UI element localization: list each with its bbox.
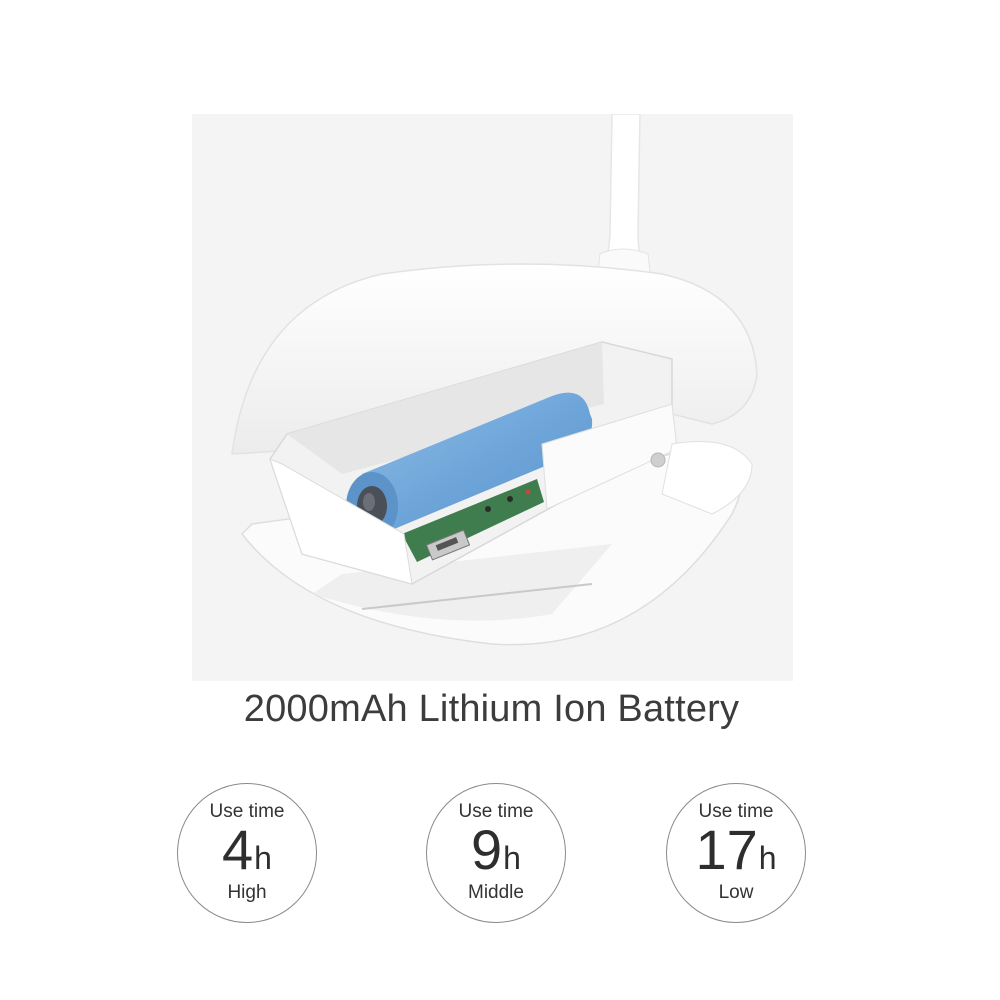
- use-time-value: 17h: [667, 822, 805, 878]
- hours-unit: h: [758, 840, 777, 876]
- lamp-clip-base-illustration: [231, 114, 758, 646]
- hours-value: 9: [471, 818, 503, 881]
- use-time-badge-high: Use time 4h High: [177, 783, 317, 923]
- battery-headline: 2000mAh Lithium Ion Battery: [243, 688, 740, 730]
- use-time-value: 9h: [427, 822, 565, 878]
- power-button: [650, 452, 666, 468]
- brightness-level: Middle: [468, 882, 524, 903]
- hours-unit: h: [503, 840, 521, 876]
- hours-value: 17: [695, 818, 758, 881]
- brightness-level: High: [227, 882, 267, 903]
- use-time-badge-low: Use time 17h Low: [666, 783, 806, 923]
- brightness-level: Low: [718, 882, 754, 903]
- hours-unit: h: [254, 840, 272, 876]
- use-time-badge-middle: Use time 9h Middle: [426, 783, 566, 923]
- use-time-value: 4h: [178, 822, 316, 878]
- hours-value: 4: [222, 818, 254, 881]
- product-photo: [192, 114, 793, 681]
